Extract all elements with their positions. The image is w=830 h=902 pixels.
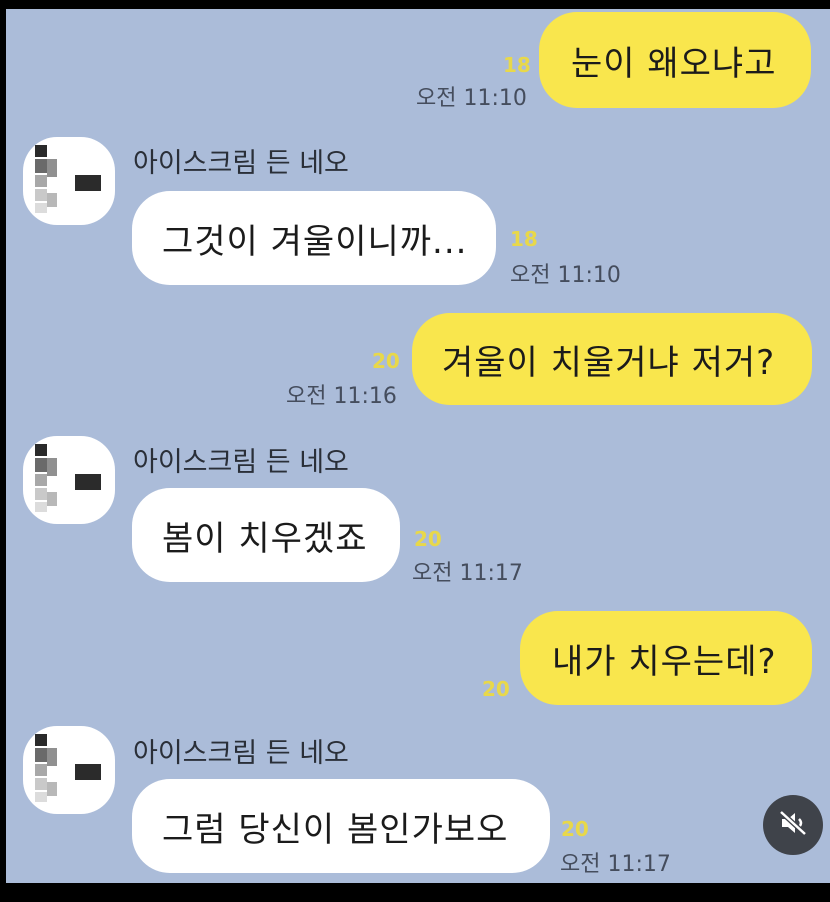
avatar-pixel: [35, 175, 47, 187]
read-count: 20: [414, 527, 442, 551]
avatar-pixel: [75, 175, 101, 191]
avatar-pixel: [47, 458, 57, 476]
avatar-pixel: [47, 193, 57, 207]
avatar-pixel: [35, 189, 47, 201]
avatar-pixel: [47, 492, 57, 506]
avatar-pixel: [35, 488, 47, 500]
avatar-pixel: [35, 159, 47, 173]
avatar-pixel: [35, 444, 47, 456]
avatar-pixel: [47, 748, 57, 766]
avatar-pixel: [75, 474, 101, 490]
contact-avatar[interactable]: [23, 436, 115, 524]
avatar-pixel: [35, 145, 47, 157]
message-text: 그럼 당신이 봄인가보오: [162, 809, 509, 850]
read-count: 18: [510, 227, 538, 251]
message-time: 오전 11:17: [412, 561, 523, 586]
avatar-pixel: [35, 792, 47, 802]
read-count: 20: [482, 677, 510, 701]
read-count: 20: [561, 817, 589, 841]
message-time: 오전 11:16: [286, 384, 397, 409]
my-message-bubble[interactable]: 내가 치우는데?: [520, 611, 812, 705]
avatar-pixel: [47, 159, 57, 177]
avatar-pixel: [35, 778, 47, 790]
mute-button[interactable]: [763, 795, 823, 855]
avatar-pixel: [35, 458, 47, 472]
my-message-bubble[interactable]: 겨울이 치울거냐 저거?: [412, 313, 812, 405]
their-message-bubble[interactable]: 그것이 겨울이니까...: [132, 191, 496, 285]
speaker-muted-icon: [777, 807, 809, 843]
avatar-pixel: [35, 764, 47, 776]
their-message-bubble[interactable]: 그럼 당신이 봄인가보오: [132, 779, 550, 873]
message-text: 겨울이 치울거냐 저거?: [442, 342, 776, 383]
my-message-bubble[interactable]: 눈이 왜오냐고: [539, 12, 811, 108]
avatar-pixel: [75, 764, 101, 780]
avatar-pixel: [35, 502, 47, 512]
message-time: 오전 11:10: [510, 263, 621, 288]
sender-name: 아이스크림 든 네오: [133, 447, 349, 478]
screen-frame: 18 오전 11:10 눈이 왜오냐고 아이스크림 든 네오 그것이 겨울이니까…: [0, 0, 830, 902]
message-text: 눈이 왜오냐고: [571, 43, 777, 84]
message-text: 내가 치우는데?: [552, 641, 777, 682]
message-text: 봄이 치우겠죠: [162, 518, 368, 559]
avatar-pixel: [35, 203, 47, 213]
sender-name: 아이스크림 든 네오: [133, 738, 349, 769]
bottom-bar: [0, 883, 830, 902]
message-time: 오전 11:17: [560, 852, 671, 877]
sender-name: 아이스크림 든 네오: [133, 148, 349, 179]
avatar-pixel: [35, 734, 47, 746]
avatar-pixel: [35, 748, 47, 762]
message-time: 오전 11:10: [416, 86, 527, 111]
read-count: 20: [372, 349, 400, 373]
their-message-bubble[interactable]: 봄이 치우겠죠: [132, 488, 400, 582]
chat-area[interactable]: 18 오전 11:10 눈이 왜오냐고 아이스크림 든 네오 그것이 겨울이니까…: [6, 9, 830, 883]
read-count: 18: [503, 53, 531, 77]
avatar-pixel: [47, 782, 57, 796]
avatar-pixel: [35, 474, 47, 486]
contact-avatar[interactable]: [23, 137, 115, 225]
contact-avatar[interactable]: [23, 726, 115, 814]
message-text: 그것이 겨울이니까...: [162, 221, 468, 262]
